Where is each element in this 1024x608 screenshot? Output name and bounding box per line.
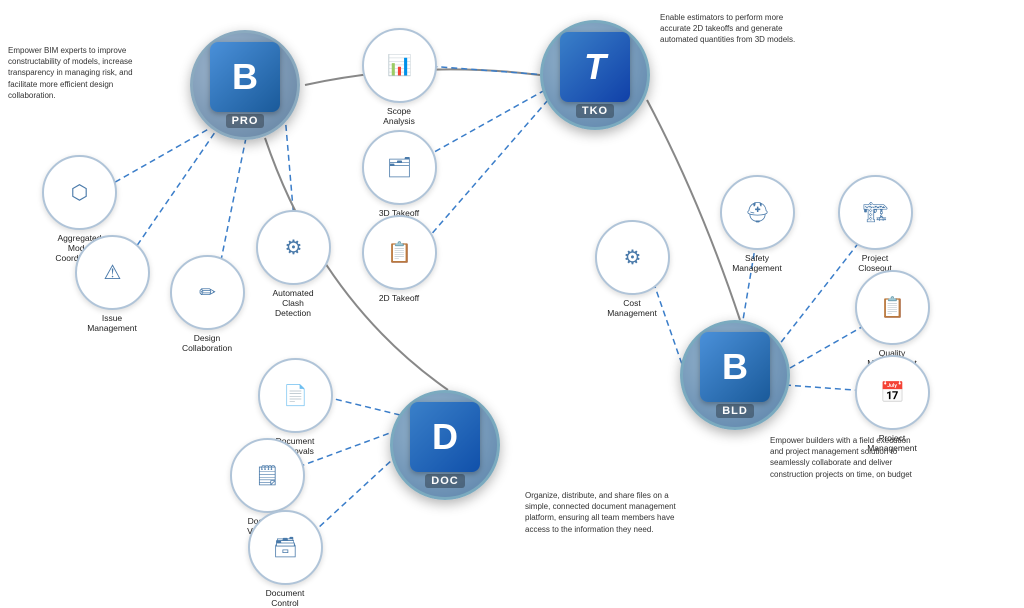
doc-icon: D	[410, 402, 480, 472]
2d-takeoff-circle[interactable]: 📋	[362, 215, 437, 290]
aggregated-model-icon: ⬡	[71, 180, 88, 205]
quality-management-icon: 📋	[880, 295, 905, 320]
document-control-icon: 🗃	[273, 535, 298, 560]
3d-takeoff-icon: 🗂	[387, 155, 412, 180]
tko-letter: T	[584, 46, 606, 88]
pro-icon: B	[210, 42, 280, 112]
scope-analysis-circle[interactable]: 📊	[362, 28, 437, 103]
safety-management-circle[interactable]: ⛑	[720, 175, 795, 250]
2d-takeoff-label: 2D Takeoff	[354, 293, 444, 303]
design-collaboration-label: DesignCollaboration	[162, 333, 252, 353]
project-management-feature: 📅 ProjectManagement	[855, 355, 930, 430]
design-collaboration-icon: ✏	[199, 280, 216, 305]
doc-label: DOC	[425, 474, 464, 488]
cost-management-label: CostManagement	[587, 298, 677, 318]
automated-clash-label: AutomatedClashDetection	[248, 288, 338, 319]
3d-takeoff-circle[interactable]: 🗂	[362, 130, 437, 205]
project-management-circle[interactable]: 📅	[855, 355, 930, 430]
tko-product-node: T TKO	[540, 20, 650, 130]
automated-clash-circle[interactable]: ⚙	[256, 210, 331, 285]
issue-management-icon: ⚠	[104, 260, 122, 285]
bld-annotation: Empower builders with a field execution …	[770, 435, 925, 480]
automated-clash-feature: ⚙ AutomatedClashDetection	[256, 210, 331, 285]
issue-management-circle[interactable]: ⚠	[75, 235, 150, 310]
2d-takeoff-feature: 📋 2D Takeoff	[362, 215, 437, 290]
tko-circle[interactable]: T TKO	[540, 20, 650, 130]
aggregated-model-circle[interactable]: ⬡	[42, 155, 117, 230]
cost-management-icon: ⚙	[624, 245, 642, 270]
bld-icon: B	[700, 332, 770, 402]
aggregated-model-feature: ⬡ AggregatedModelCoordination	[42, 155, 117, 230]
document-versioning-circle[interactable]: 🗒	[230, 438, 305, 513]
safety-management-label: SafetyManagement	[712, 253, 802, 273]
project-closeout-icon: 🏗	[863, 200, 888, 225]
tko-annotation: Enable estimators to perform more accura…	[660, 12, 810, 46]
scope-analysis-label: ScopeAnalysis	[354, 106, 444, 126]
doc-circle[interactable]: D DOC	[390, 390, 500, 500]
project-management-icon: 📅	[880, 380, 905, 405]
pro-letter: B	[232, 56, 258, 98]
design-collaboration-circle[interactable]: ✏	[170, 255, 245, 330]
bld-circle[interactable]: B BLD	[680, 320, 790, 430]
doc-letter: D	[432, 416, 458, 458]
bld-letter: B	[722, 346, 748, 388]
pro-product-node: B PRO	[190, 30, 300, 140]
automated-clash-icon: ⚙	[285, 235, 303, 260]
scope-analysis-icon: 📊	[387, 53, 412, 78]
2d-takeoff-icon: 📋	[387, 240, 412, 265]
tko-icon: T	[560, 32, 630, 102]
pro-circle[interactable]: B PRO	[190, 30, 300, 140]
document-control-feature: 🗃 DocumentControl	[248, 510, 323, 585]
safety-management-icon: ⛑	[745, 200, 770, 225]
quality-management-feature: 📋 QualityManagement	[855, 270, 930, 345]
pro-label: PRO	[226, 114, 265, 128]
doc-product-node: D DOC	[390, 390, 500, 500]
document-control-label: DocumentControl	[240, 588, 330, 608]
pro-annotation: Empower BIM experts to improve construct…	[8, 45, 156, 101]
document-versioning-icon: 🗒	[255, 463, 280, 488]
document-approvals-feature: 📄 DocumentApprovals	[258, 358, 333, 433]
diagram-container: B PRO T TKO B BLD D DOC	[0, 0, 1024, 564]
3d-takeoff-feature: 🗂 3D Takeoff	[362, 130, 437, 205]
document-approvals-circle[interactable]: 📄	[258, 358, 333, 433]
issue-management-feature: ⚠ IssueManagement	[75, 235, 150, 310]
project-closeout-feature: 🏗 ProjectCloseout	[838, 175, 913, 250]
cost-management-feature: ⚙ CostManagement	[595, 220, 670, 295]
bld-product-node: B BLD	[680, 320, 790, 430]
tko-label: TKO	[576, 104, 614, 118]
project-closeout-circle[interactable]: 🏗	[838, 175, 913, 250]
document-approvals-icon: 📄	[283, 383, 308, 408]
issue-management-label: IssueManagement	[67, 313, 157, 333]
document-versioning-feature: 🗒 DocumentVersioning	[230, 438, 305, 513]
scope-analysis-feature: 📊 ScopeAnalysis	[362, 28, 437, 103]
doc-annotation: Organize, distribute, and share files on…	[525, 490, 685, 535]
safety-management-feature: ⛑ SafetyManagement	[720, 175, 795, 250]
bld-label: BLD	[716, 404, 754, 418]
document-control-circle[interactable]: 🗃	[248, 510, 323, 585]
design-collaboration-feature: ✏ DesignCollaboration	[170, 255, 245, 330]
quality-management-circle[interactable]: 📋	[855, 270, 930, 345]
cost-management-circle[interactable]: ⚙	[595, 220, 670, 295]
